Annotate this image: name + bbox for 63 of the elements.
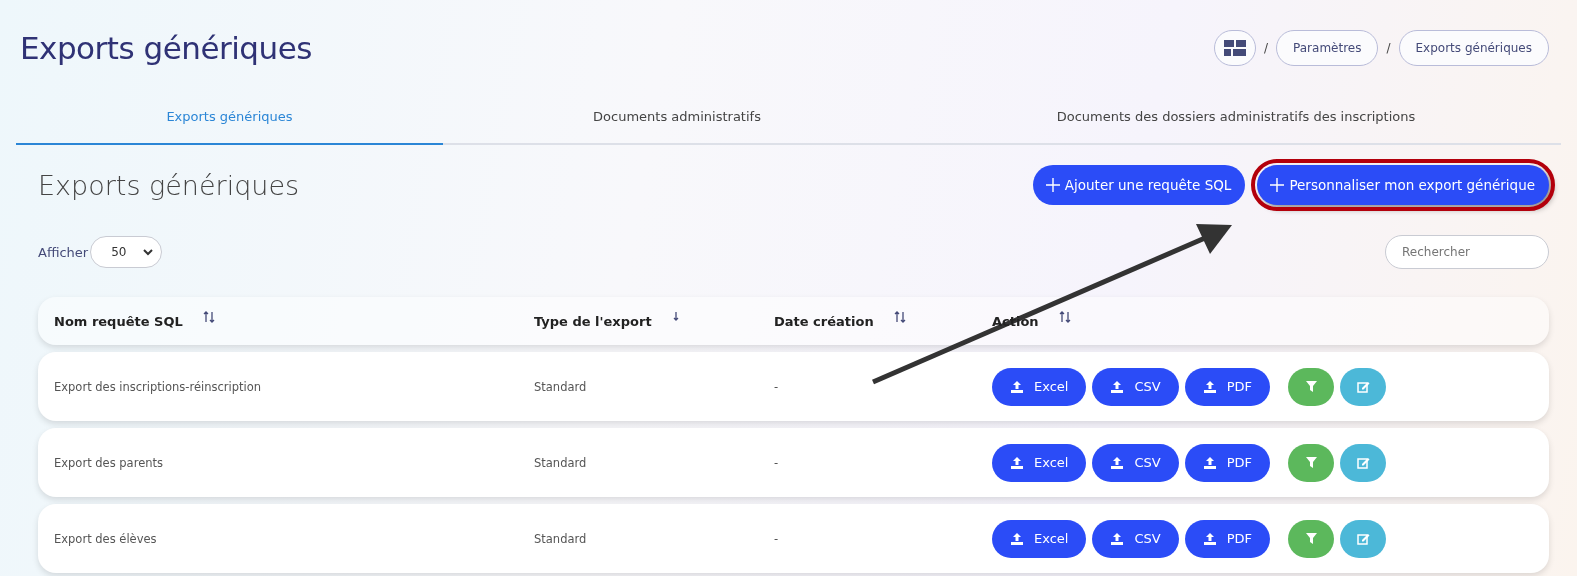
export-button[interactable]: CSV: [1092, 367, 1179, 406]
table-cell: Standard: [534, 455, 587, 470]
plus-icon: [1044, 177, 1061, 193]
export-button[interactable]: CSV: [1092, 443, 1179, 482]
filter-button[interactable]: [1288, 367, 1334, 406]
add-button[interactable]: Ajouter une requête SQL: [1032, 165, 1246, 205]
show-label: Afficher: [38, 244, 89, 260]
tab[interactable]: Documents des dossiers administratifs des inscriptions: [911, 89, 1561, 145]
table-cell: Standard: [534, 379, 587, 394]
plus-icon: [1269, 177, 1286, 193]
upload-icon: [1202, 379, 1217, 394]
sort-icon[interactable]: [202, 309, 215, 324]
page-size-select[interactable]: 50: [90, 236, 163, 268]
upload-icon: [1110, 379, 1125, 394]
export-button[interactable]: PDF: [1184, 367, 1270, 406]
edit-icon: [1356, 380, 1370, 393]
edit-icon: [1356, 456, 1370, 469]
breadcrumb-separator: /: [1264, 41, 1269, 55]
tab[interactable]: Documents administratifs: [443, 89, 911, 145]
column-header[interactable]: Type de l'export: [534, 313, 652, 329]
page-title: Exports génériques: [20, 30, 312, 66]
filter-icon: [1305, 533, 1317, 544]
table-cell: -: [774, 455, 779, 470]
export-button[interactable]: Excel: [992, 519, 1087, 558]
filter-icon: [1305, 457, 1317, 468]
column-header[interactable]: Date création: [774, 313, 874, 329]
breadcrumb-link[interactable]: Exports génériques: [1398, 30, 1549, 66]
edit-button[interactable]: [1340, 367, 1386, 406]
sort-icon[interactable]: [1058, 309, 1071, 324]
table-cell: Standard: [534, 531, 587, 546]
filter-button[interactable]: [1288, 443, 1334, 482]
upload-icon: [1110, 531, 1125, 546]
section-title: Exports génériques: [38, 169, 300, 201]
tab[interactable]: Exports génériques: [16, 89, 443, 145]
breadcrumb-separator: /: [1386, 41, 1391, 55]
upload-icon: [1110, 455, 1125, 470]
dashboard-icon[interactable]: [1214, 30, 1256, 66]
export-button[interactable]: Excel: [992, 367, 1087, 406]
upload-icon: [1010, 379, 1024, 394]
column-header[interactable]: Nom requête SQL: [54, 313, 183, 329]
edit-button[interactable]: [1340, 443, 1386, 482]
upload-icon: [1010, 531, 1024, 546]
filter-button[interactable]: [1288, 519, 1334, 558]
sort-descending-icon[interactable]: [671, 309, 680, 322]
upload-icon: [1010, 455, 1024, 470]
upload-icon: [1202, 455, 1217, 470]
table-cell: -: [774, 531, 779, 546]
sort-icon[interactable]: [893, 309, 906, 324]
export-button[interactable]: PDF: [1184, 519, 1270, 558]
filter-icon: [1305, 381, 1317, 392]
table-cell: -: [774, 379, 779, 394]
export-button[interactable]: PDF: [1184, 443, 1270, 482]
edit-button[interactable]: [1340, 519, 1386, 558]
edit-icon: [1356, 532, 1370, 545]
upload-icon: [1202, 531, 1217, 546]
export-button[interactable]: Excel: [992, 443, 1087, 482]
chevron-down-icon: [143, 248, 154, 256]
export-button[interactable]: CSV: [1092, 519, 1179, 558]
table-cell: Export des inscriptions-réinscription: [54, 379, 262, 394]
breadcrumb-link[interactable]: Paramètres: [1276, 30, 1379, 66]
search-field[interactable]: Rechercher: [1385, 235, 1549, 269]
table-cell: Export des parents: [54, 455, 163, 470]
table-cell: Export des élèves: [54, 531, 157, 546]
